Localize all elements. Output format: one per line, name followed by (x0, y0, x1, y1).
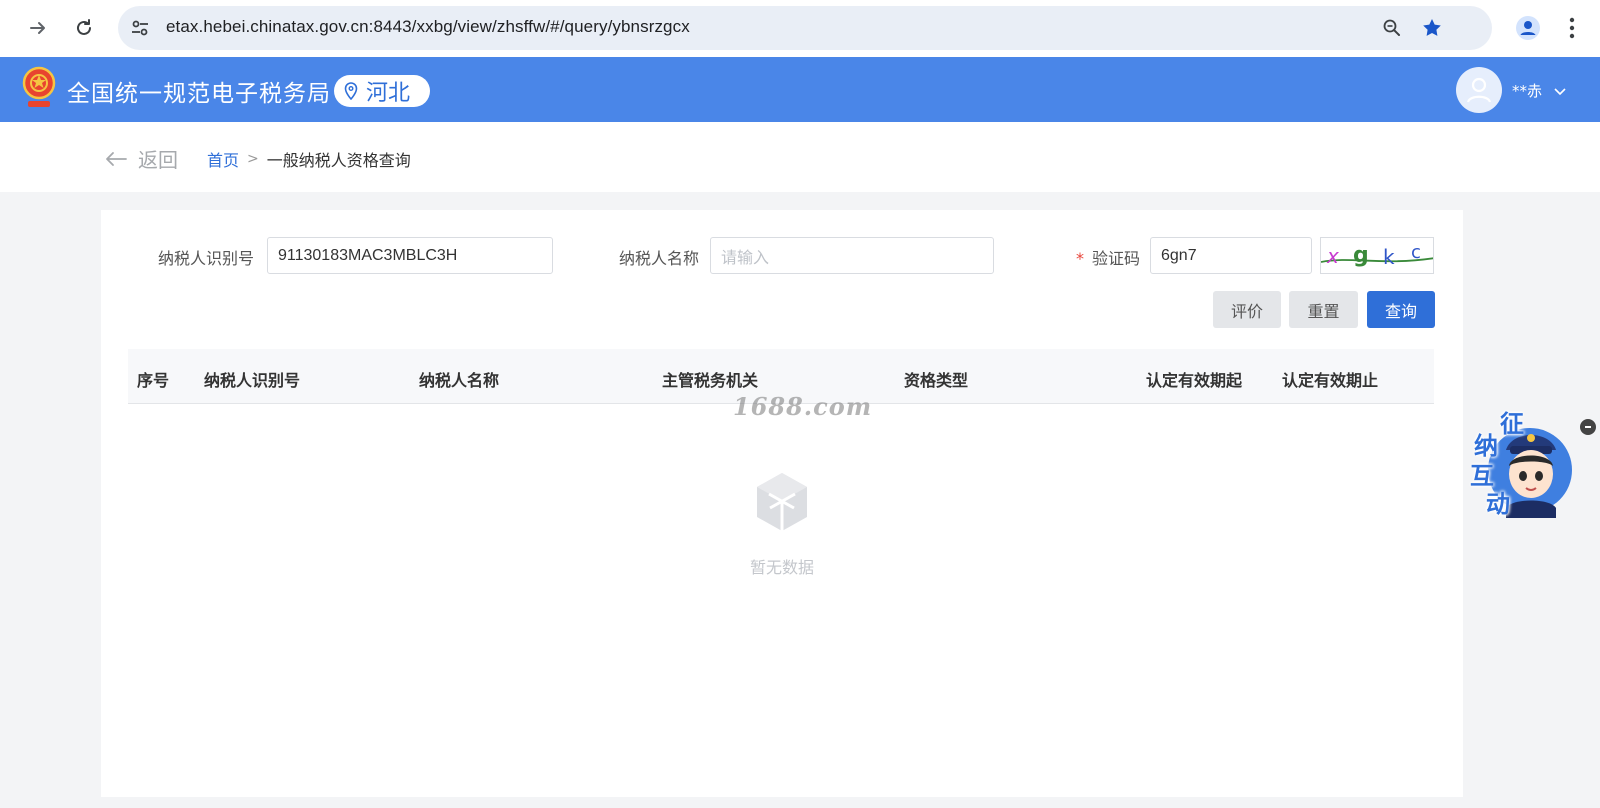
url-text[interactable]: etax.hebei.chinatax.gov.cn:8443/xxbg/vie… (166, 17, 690, 37)
captcha-image[interactable]: x g k c (1320, 237, 1434, 274)
column-header: 主管税务机关 (662, 371, 759, 390)
captcha-char: k (1383, 245, 1395, 269)
browser-toolbar: etax.hebei.chinatax.gov.cn:8443/xxbg/vie… (0, 0, 1600, 57)
back-label[interactable]: 返回 (138, 144, 178, 173)
zoom-icon[interactable] (1380, 16, 1404, 40)
taxpayer-id-label: 纳税人识别号 (158, 249, 255, 268)
empty-text: 暂无数据 (749, 558, 814, 577)
assistant-char: 动 (1486, 490, 1510, 518)
forward-icon[interactable] (22, 12, 54, 44)
taxpayer-name-label: 纳税人名称 (619, 249, 700, 268)
region-label: 河北 (366, 81, 411, 106)
tax-assistant-widget[interactable]: 征 纳 互 动 (1462, 408, 1588, 526)
more-menu-icon[interactable] (1558, 12, 1586, 44)
reset-button[interactable]: 重置 (1289, 291, 1358, 328)
query-button[interactable]: 查询 (1367, 291, 1435, 328)
assistant-close-icon[interactable] (1580, 419, 1596, 435)
chevron-down-icon[interactable] (1554, 81, 1566, 100)
app-title: 全国统一规范电子税务局 (67, 81, 331, 107)
captcha-char: c (1411, 242, 1421, 263)
required-mark: * (1076, 249, 1084, 268)
empty-state: 暂无数据 (101, 470, 1463, 578)
column-header: 资格类型 (904, 371, 969, 390)
captcha-label: * 验证码 (1076, 245, 1140, 269)
taxpayer-name-input[interactable]: 请输入 (710, 237, 994, 274)
captcha-char: g (1353, 243, 1369, 268)
captcha-char: x (1326, 244, 1339, 268)
column-header: 序号 (137, 371, 170, 390)
column-header: 认定有效期止 (1282, 371, 1379, 390)
column-header: 认定有效期起 (1146, 371, 1243, 390)
app-header: 全国统一规范电子税务局 河北 **赤 (0, 57, 1600, 122)
breadcrumb: 首页 > 一般纳税人资格查询 (207, 147, 411, 171)
bookmark-star-icon[interactable] (1420, 16, 1444, 40)
empty-box-icon (753, 470, 811, 534)
location-pin-icon (344, 82, 358, 100)
back-arrow-icon (104, 145, 128, 173)
breadcrumb-bar: 返回 首页 > 一般纳税人资格查询 (0, 122, 1600, 192)
evaluate-button[interactable]: 评价 (1213, 291, 1281, 328)
profile-icon[interactable] (1512, 12, 1544, 44)
captcha-input[interactable]: 6gn7 (1150, 237, 1312, 274)
taxpayer-id-input[interactable]: 91130183MAC3MBLC3H (267, 237, 553, 274)
captcha-label-text: 验证码 (1092, 249, 1141, 268)
column-header: 纳税人识别号 (204, 371, 301, 390)
breadcrumb-current: 一般纳税人资格查询 (266, 151, 411, 170)
breadcrumb-separator: > (247, 151, 259, 167)
region-selector[interactable]: 河北 (334, 75, 430, 107)
user-menu[interactable]: **赤 (1456, 67, 1566, 113)
assistant-char: 征 (1500, 410, 1524, 438)
watermark: 1688.com (733, 392, 873, 421)
query-card: 纳税人识别号 91130183MAC3MBLC3H 纳税人名称 请输入 * 验证码… (101, 210, 1463, 797)
site-info-icon[interactable] (128, 16, 152, 40)
user-avatar[interactable] (1456, 67, 1502, 113)
reload-icon[interactable] (68, 12, 100, 44)
user-name[interactable]: **赤 (1512, 80, 1542, 101)
tax-emblem-icon (20, 65, 58, 111)
address-bar[interactable]: etax.hebei.chinatax.gov.cn:8443/xxbg/vie… (118, 6, 1492, 50)
back-button[interactable]: 返回 (104, 144, 178, 173)
column-header: 纳税人名称 (419, 371, 500, 390)
breadcrumb-home[interactable]: 首页 (207, 147, 239, 171)
